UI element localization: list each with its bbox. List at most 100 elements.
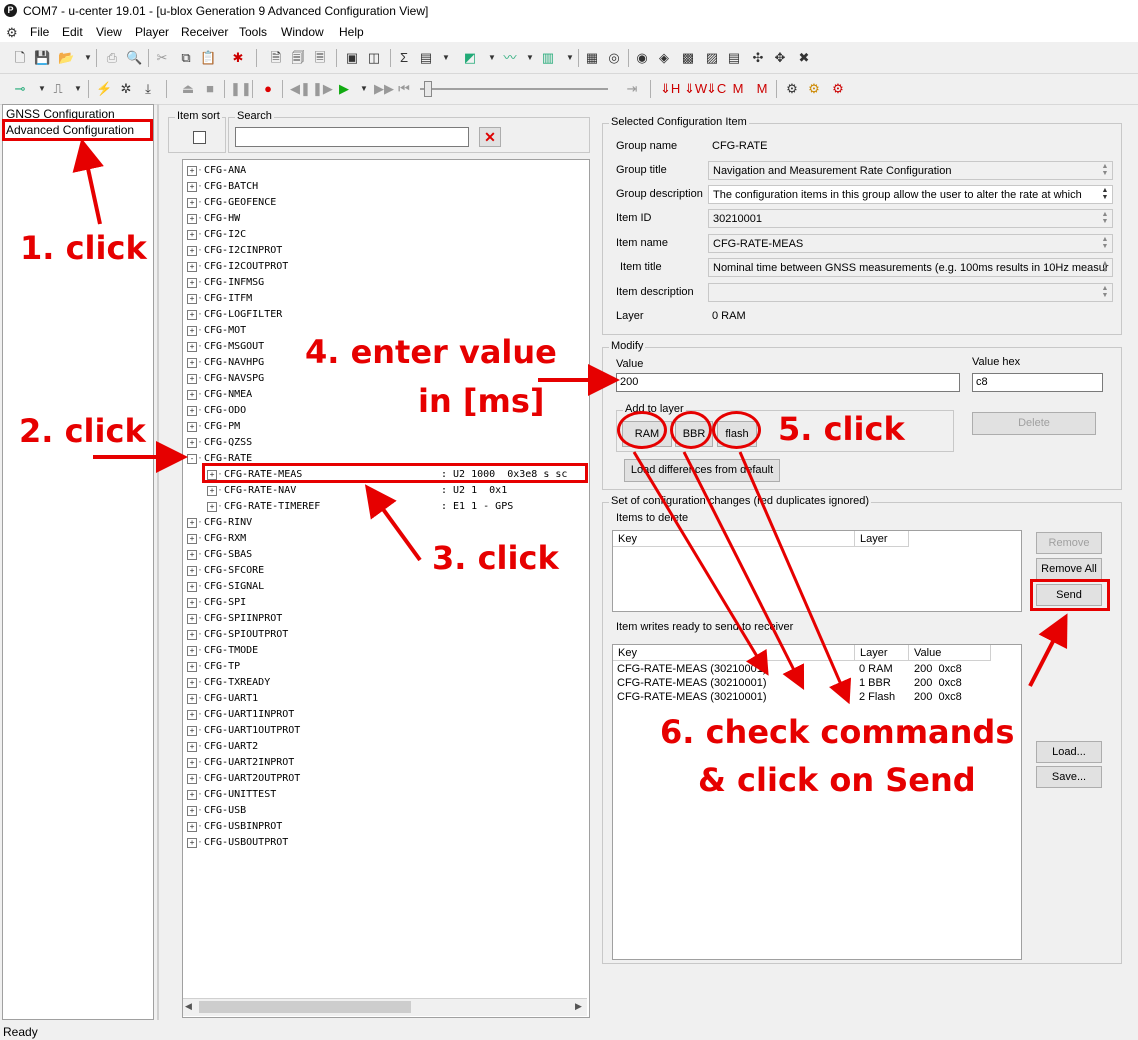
- scroll-left-icon[interactable]: ◀: [185, 1001, 192, 1012]
- stop-icon[interactable]: ■: [202, 81, 218, 97]
- table-row[interactable]: CFG-RATE-MEAS (30210001) 1 BBR 200 0xc8: [613, 677, 1013, 691]
- menu-player[interactable]: Player: [135, 25, 169, 39]
- item-description-field[interactable]: ▲ ▼: [708, 283, 1113, 302]
- config-gear-icon[interactable]: ⚙: [784, 81, 800, 97]
- expand-icon[interactable]: +: [187, 790, 197, 800]
- tree-item[interactable]: + · CFG-PM: [187, 419, 587, 435]
- dropdown-arrow-icon[interactable]: ▼: [484, 50, 500, 66]
- autobaud-icon[interactable]: ⚡: [96, 81, 112, 97]
- new-file-icon[interactable]: 🗋: [12, 50, 28, 66]
- connect-icon[interactable]: ⊸: [12, 81, 28, 97]
- expand-icon[interactable]: +: [207, 502, 217, 512]
- clear-search-button[interactable]: ✕: [479, 127, 501, 147]
- expand-icon[interactable]: +: [187, 518, 197, 528]
- menu-tools[interactable]: Tools: [239, 25, 267, 39]
- dropdown-arrow-icon[interactable]: ▼: [34, 81, 50, 97]
- menu-help[interactable]: Help: [339, 25, 364, 39]
- scroll-arrows-icon[interactable]: ▲ ▼: [1100, 236, 1110, 251]
- expand-icon[interactable]: +: [187, 710, 197, 720]
- expand-icon[interactable]: +: [207, 486, 217, 496]
- tree-item[interactable]: + · CFG-LOGFILTER: [187, 307, 587, 323]
- tree-item[interactable]: + · CFG-ITFM: [187, 291, 587, 307]
- column-key[interactable]: Key: [613, 645, 855, 661]
- message-config-icon[interactable]: M: [754, 81, 770, 97]
- expand-icon[interactable]: +: [187, 166, 197, 176]
- tree-item[interactable]: + · CFG-INFMSG: [187, 275, 587, 291]
- expand-icon[interactable]: +: [187, 422, 197, 432]
- playback-slider-thumb[interactable]: [424, 81, 432, 97]
- hot-start-icon[interactable]: ⇓H: [660, 81, 680, 97]
- expand-icon[interactable]: +: [187, 806, 197, 816]
- debug-icon[interactable]: ✱: [230, 50, 246, 66]
- tree-item[interactable]: + · CFG-USBINPROT: [187, 819, 587, 835]
- scroll-right-icon[interactable]: ▶: [575, 1001, 582, 1012]
- item-title-field[interactable]: Nominal time between GNSS measurements (…: [708, 258, 1113, 277]
- group-description-field[interactable]: The configuration items in this group al…: [708, 185, 1113, 204]
- paste-icon[interactable]: 📋: [200, 50, 216, 66]
- scroll-arrows-icon[interactable]: ▲ ▼: [1100, 260, 1110, 275]
- tree-item[interactable]: + · CFG-RATE-NAV: U2 1 0x1: [207, 483, 587, 499]
- expand-icon[interactable]: +: [187, 646, 197, 656]
- play-icon[interactable]: ▶: [336, 81, 352, 97]
- download-icon[interactable]: ⤓: [140, 81, 156, 97]
- expand-icon[interactable]: +: [187, 614, 197, 624]
- system-menu-icon[interactable]: ⚙: [6, 25, 18, 41]
- expand-icon[interactable]: +: [187, 358, 197, 368]
- config-gear-3-icon[interactable]: ⚙: [830, 81, 846, 97]
- dropdown-arrow-icon[interactable]: ▼: [80, 50, 96, 66]
- expand-icon[interactable]: +: [187, 198, 197, 208]
- save-icon[interactable]: 💾: [34, 50, 50, 66]
- expand-icon[interactable]: +: [187, 278, 197, 288]
- tree-item[interactable]: + · CFG-I2CINPROT: [187, 243, 587, 259]
- load-button[interactable]: Load...: [1036, 741, 1102, 763]
- expand-icon[interactable]: +: [187, 406, 197, 416]
- expand-icon[interactable]: +: [187, 214, 197, 224]
- compass-icon[interactable]: ◎: [606, 50, 622, 66]
- tree-item[interactable]: + · CFG-UART2: [187, 739, 587, 755]
- value-hex-input[interactable]: c8: [972, 373, 1103, 392]
- splitter[interactable]: [157, 104, 159, 1020]
- expand-icon[interactable]: +: [187, 566, 197, 576]
- tree-item[interactable]: + · CFG-UART1OUTPROT: [187, 723, 587, 739]
- expand-icon[interactable]: +: [187, 630, 197, 640]
- skip-end-icon[interactable]: ⇥: [624, 81, 640, 97]
- tree-item[interactable]: + · CFG-SPIINPROT: [187, 611, 587, 627]
- tree-item[interactable]: + · CFG-BATCH: [187, 179, 587, 195]
- tree-item[interactable]: + · CFG-UART1INPROT: [187, 707, 587, 723]
- expand-icon[interactable]: +: [187, 230, 197, 240]
- step-back-icon[interactable]: ◀❚: [290, 81, 311, 97]
- search-input[interactable]: [235, 127, 469, 147]
- expand-icon[interactable]: +: [187, 598, 197, 608]
- satellite-icon[interactable]: ◉: [634, 50, 650, 66]
- menu-file[interactable]: File: [30, 25, 49, 39]
- map-icon[interactable]: ▦: [584, 50, 600, 66]
- table-row[interactable]: CFG-RATE-MEAS (30210001) 2 Flash 200 0xc…: [613, 691, 1013, 705]
- bar-chart-icon[interactable]: ▥: [540, 50, 556, 66]
- menu-edit[interactable]: Edit: [62, 25, 83, 39]
- expand-icon[interactable]: +: [187, 390, 197, 400]
- cut-icon[interactable]: ✂: [154, 50, 170, 66]
- tree-item[interactable]: + · CFG-TP: [187, 659, 587, 675]
- tree-item[interactable]: + · CFG-UNITTEST: [187, 787, 587, 803]
- tree-item[interactable]: + · CFG-HW: [187, 211, 587, 227]
- tree-item[interactable]: + · CFG-TMODE: [187, 643, 587, 659]
- dropdown-arrow-icon[interactable]: ▼: [70, 81, 86, 97]
- sky-view-icon[interactable]: ◈: [656, 50, 672, 66]
- value-input[interactable]: 200: [616, 373, 960, 392]
- expand-icon[interactable]: +: [187, 774, 197, 784]
- expand-icon[interactable]: +: [187, 838, 197, 848]
- print-preview-icon[interactable]: 🔍: [126, 50, 142, 66]
- copy-icon[interactable]: ⧉: [178, 50, 194, 66]
- pause-icon[interactable]: ❚❚: [230, 81, 252, 97]
- cross-view-icon[interactable]: ✣: [750, 50, 766, 66]
- expand-icon[interactable]: +: [187, 342, 197, 352]
- expand-icon[interactable]: +: [187, 438, 197, 448]
- scroll-arrows-icon[interactable]: ▲ ▼: [1100, 187, 1110, 202]
- tree-item[interactable]: + · CFG-UART2OUTPROT: [187, 771, 587, 787]
- docs-icon[interactable]: 🗎: [268, 50, 284, 66]
- deviation-icon[interactable]: ▨: [704, 50, 720, 66]
- scroll-arrows-icon[interactable]: ▲ ▼: [1100, 211, 1110, 226]
- dropdown-arrow-icon[interactable]: ▼: [522, 50, 538, 66]
- item-name-field[interactable]: CFG-RATE-MEAS ▲ ▼: [708, 234, 1113, 253]
- expand-icon[interactable]: +: [187, 582, 197, 592]
